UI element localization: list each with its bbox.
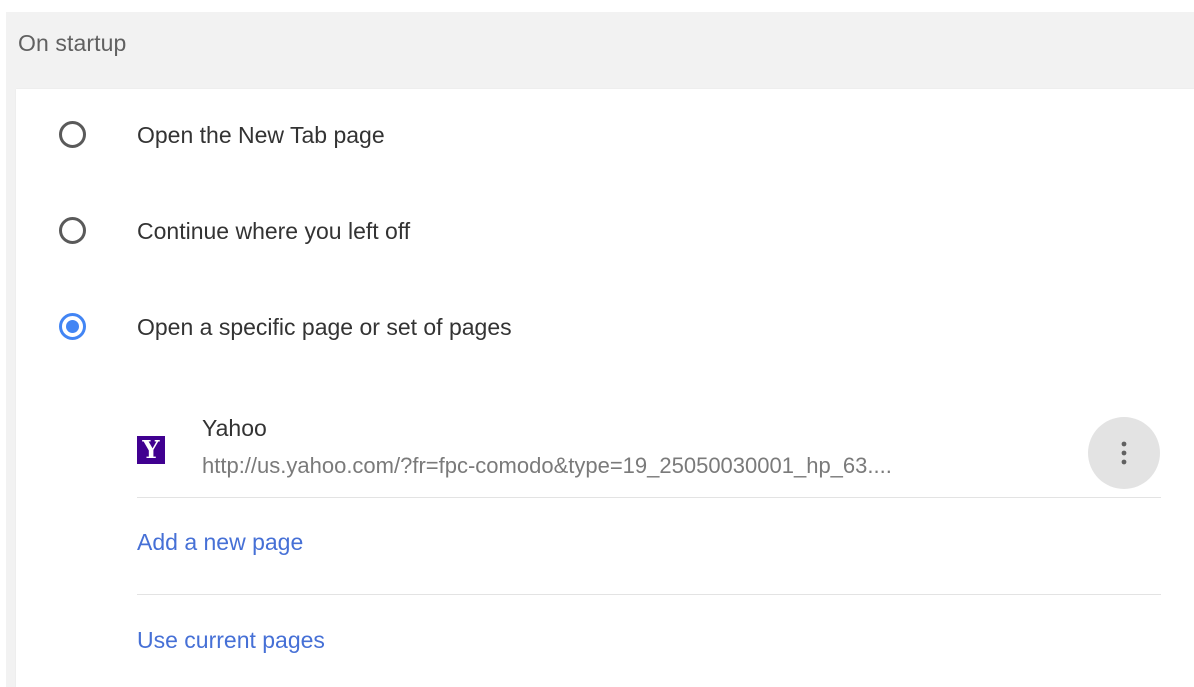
radio-label-new-tab: Open the New Tab page xyxy=(137,122,385,148)
divider xyxy=(137,497,1161,498)
radio-option-new-tab[interactable]: Open the New Tab page xyxy=(16,99,1194,171)
startup-card: Open the New Tab page Continue where you… xyxy=(16,89,1194,687)
more-vert-icon xyxy=(1121,441,1127,465)
radio-button-new-tab[interactable] xyxy=(59,121,86,148)
divider xyxy=(137,594,1161,595)
use-current-pages-link[interactable]: Use current pages xyxy=(137,627,325,654)
page-entry-more-button[interactable] xyxy=(1088,417,1160,489)
page-entry-name: Yahoo xyxy=(202,415,267,441)
yahoo-favicon-icon: Y xyxy=(137,436,165,464)
add-new-page-link[interactable]: Add a new page xyxy=(137,529,303,556)
settings-section: On startup Open the New Tab page Continu… xyxy=(6,12,1194,687)
radio-button-continue[interactable] xyxy=(59,217,86,244)
radio-label-specific-pages: Open a specific page or set of pages xyxy=(137,314,512,340)
radio-button-specific-pages[interactable] xyxy=(59,313,86,340)
section-title: On startup xyxy=(18,30,127,56)
radio-option-specific-pages[interactable]: Open a specific page or set of pages xyxy=(16,291,1194,363)
radio-label-continue: Continue where you left off xyxy=(137,218,411,244)
page-entry-url: http://us.yahoo.com/?fr=fpc-comodo&type=… xyxy=(202,453,892,478)
startup-page-entry: Y Yahoo http://us.yahoo.com/?fr=fpc-como… xyxy=(137,401,1161,497)
radio-option-continue[interactable]: Continue where you left off xyxy=(16,195,1194,267)
